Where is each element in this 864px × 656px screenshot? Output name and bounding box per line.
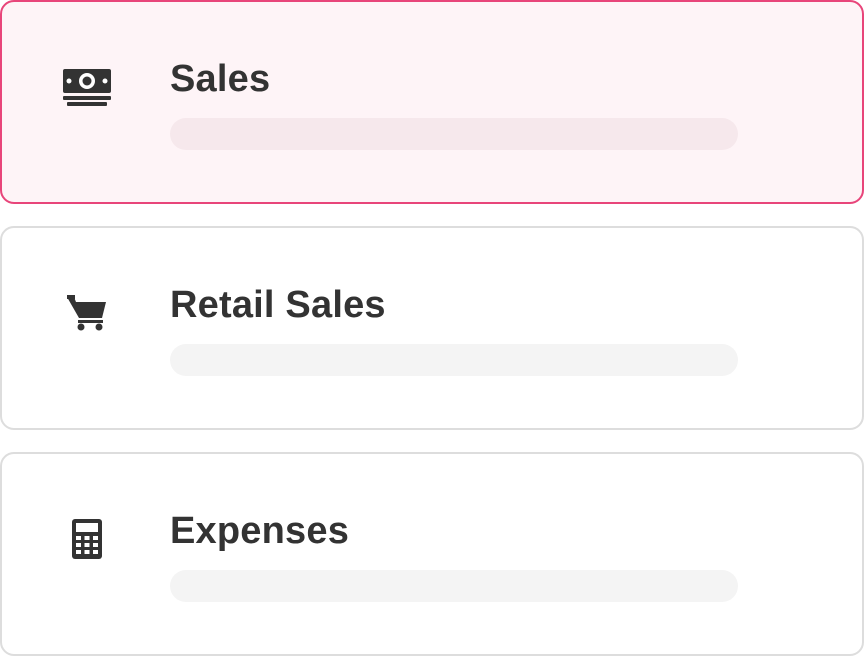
- option-card-sales[interactable]: Sales: [0, 0, 864, 204]
- description-placeholder: [170, 570, 738, 602]
- option-title: Expenses: [170, 510, 350, 552]
- option-card-retail-sales[interactable]: Retail Sales: [0, 226, 864, 430]
- description-placeholder: [170, 344, 738, 376]
- cart-icon: [60, 286, 114, 340]
- option-card-expenses[interactable]: Expenses: [0, 452, 864, 656]
- description-placeholder: [170, 118, 738, 150]
- option-title: Retail Sales: [170, 284, 386, 326]
- option-title: Sales: [170, 58, 271, 100]
- money-icon: [60, 60, 114, 114]
- calculator-icon: [60, 512, 114, 566]
